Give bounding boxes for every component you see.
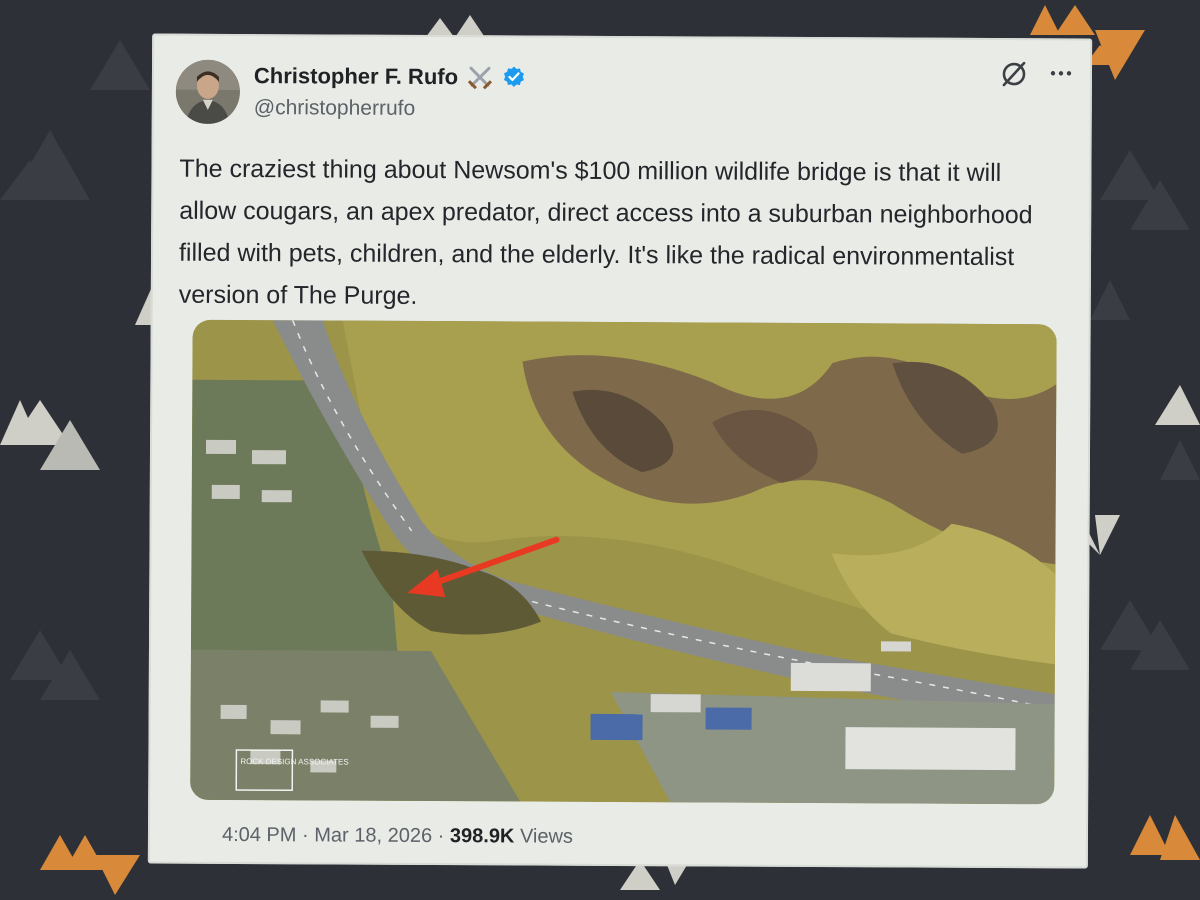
tweet-meta: 4:04 PM · Mar 18, 2026 · 398.9K Views (222, 824, 573, 849)
tweet-media-image[interactable]: ROCK DESIGN ASSOCIATES (190, 319, 1057, 805)
handle[interactable]: @christopherrufo (254, 96, 416, 121)
tweet-card[interactable]: Christopher F. Rufo @christopherrufo The… (147, 33, 1093, 869)
meta-separator: · (437, 825, 445, 848)
views-count: 398.9K (449, 825, 515, 848)
tweet-date[interactable]: Mar 18, 2026 (314, 824, 432, 847)
meta-separator: · (301, 824, 309, 847)
grok-icon[interactable] (998, 58, 1030, 90)
tweet-text: The craziest thing about Newsom's $100 m… (178, 154, 1033, 310)
tweet-time[interactable]: 4:04 PM (222, 824, 297, 846)
more-options-icon[interactable] (1046, 58, 1076, 88)
avatar[interactable] (175, 59, 241, 125)
display-name[interactable]: Christopher F. Rufo (254, 63, 458, 90)
views-label: Views (519, 825, 574, 848)
verified-badge-icon[interactable] (502, 65, 526, 89)
crossed-swords-icon (467, 66, 493, 90)
media-watermark: ROCK DESIGN ASSOCIATES (240, 757, 348, 767)
